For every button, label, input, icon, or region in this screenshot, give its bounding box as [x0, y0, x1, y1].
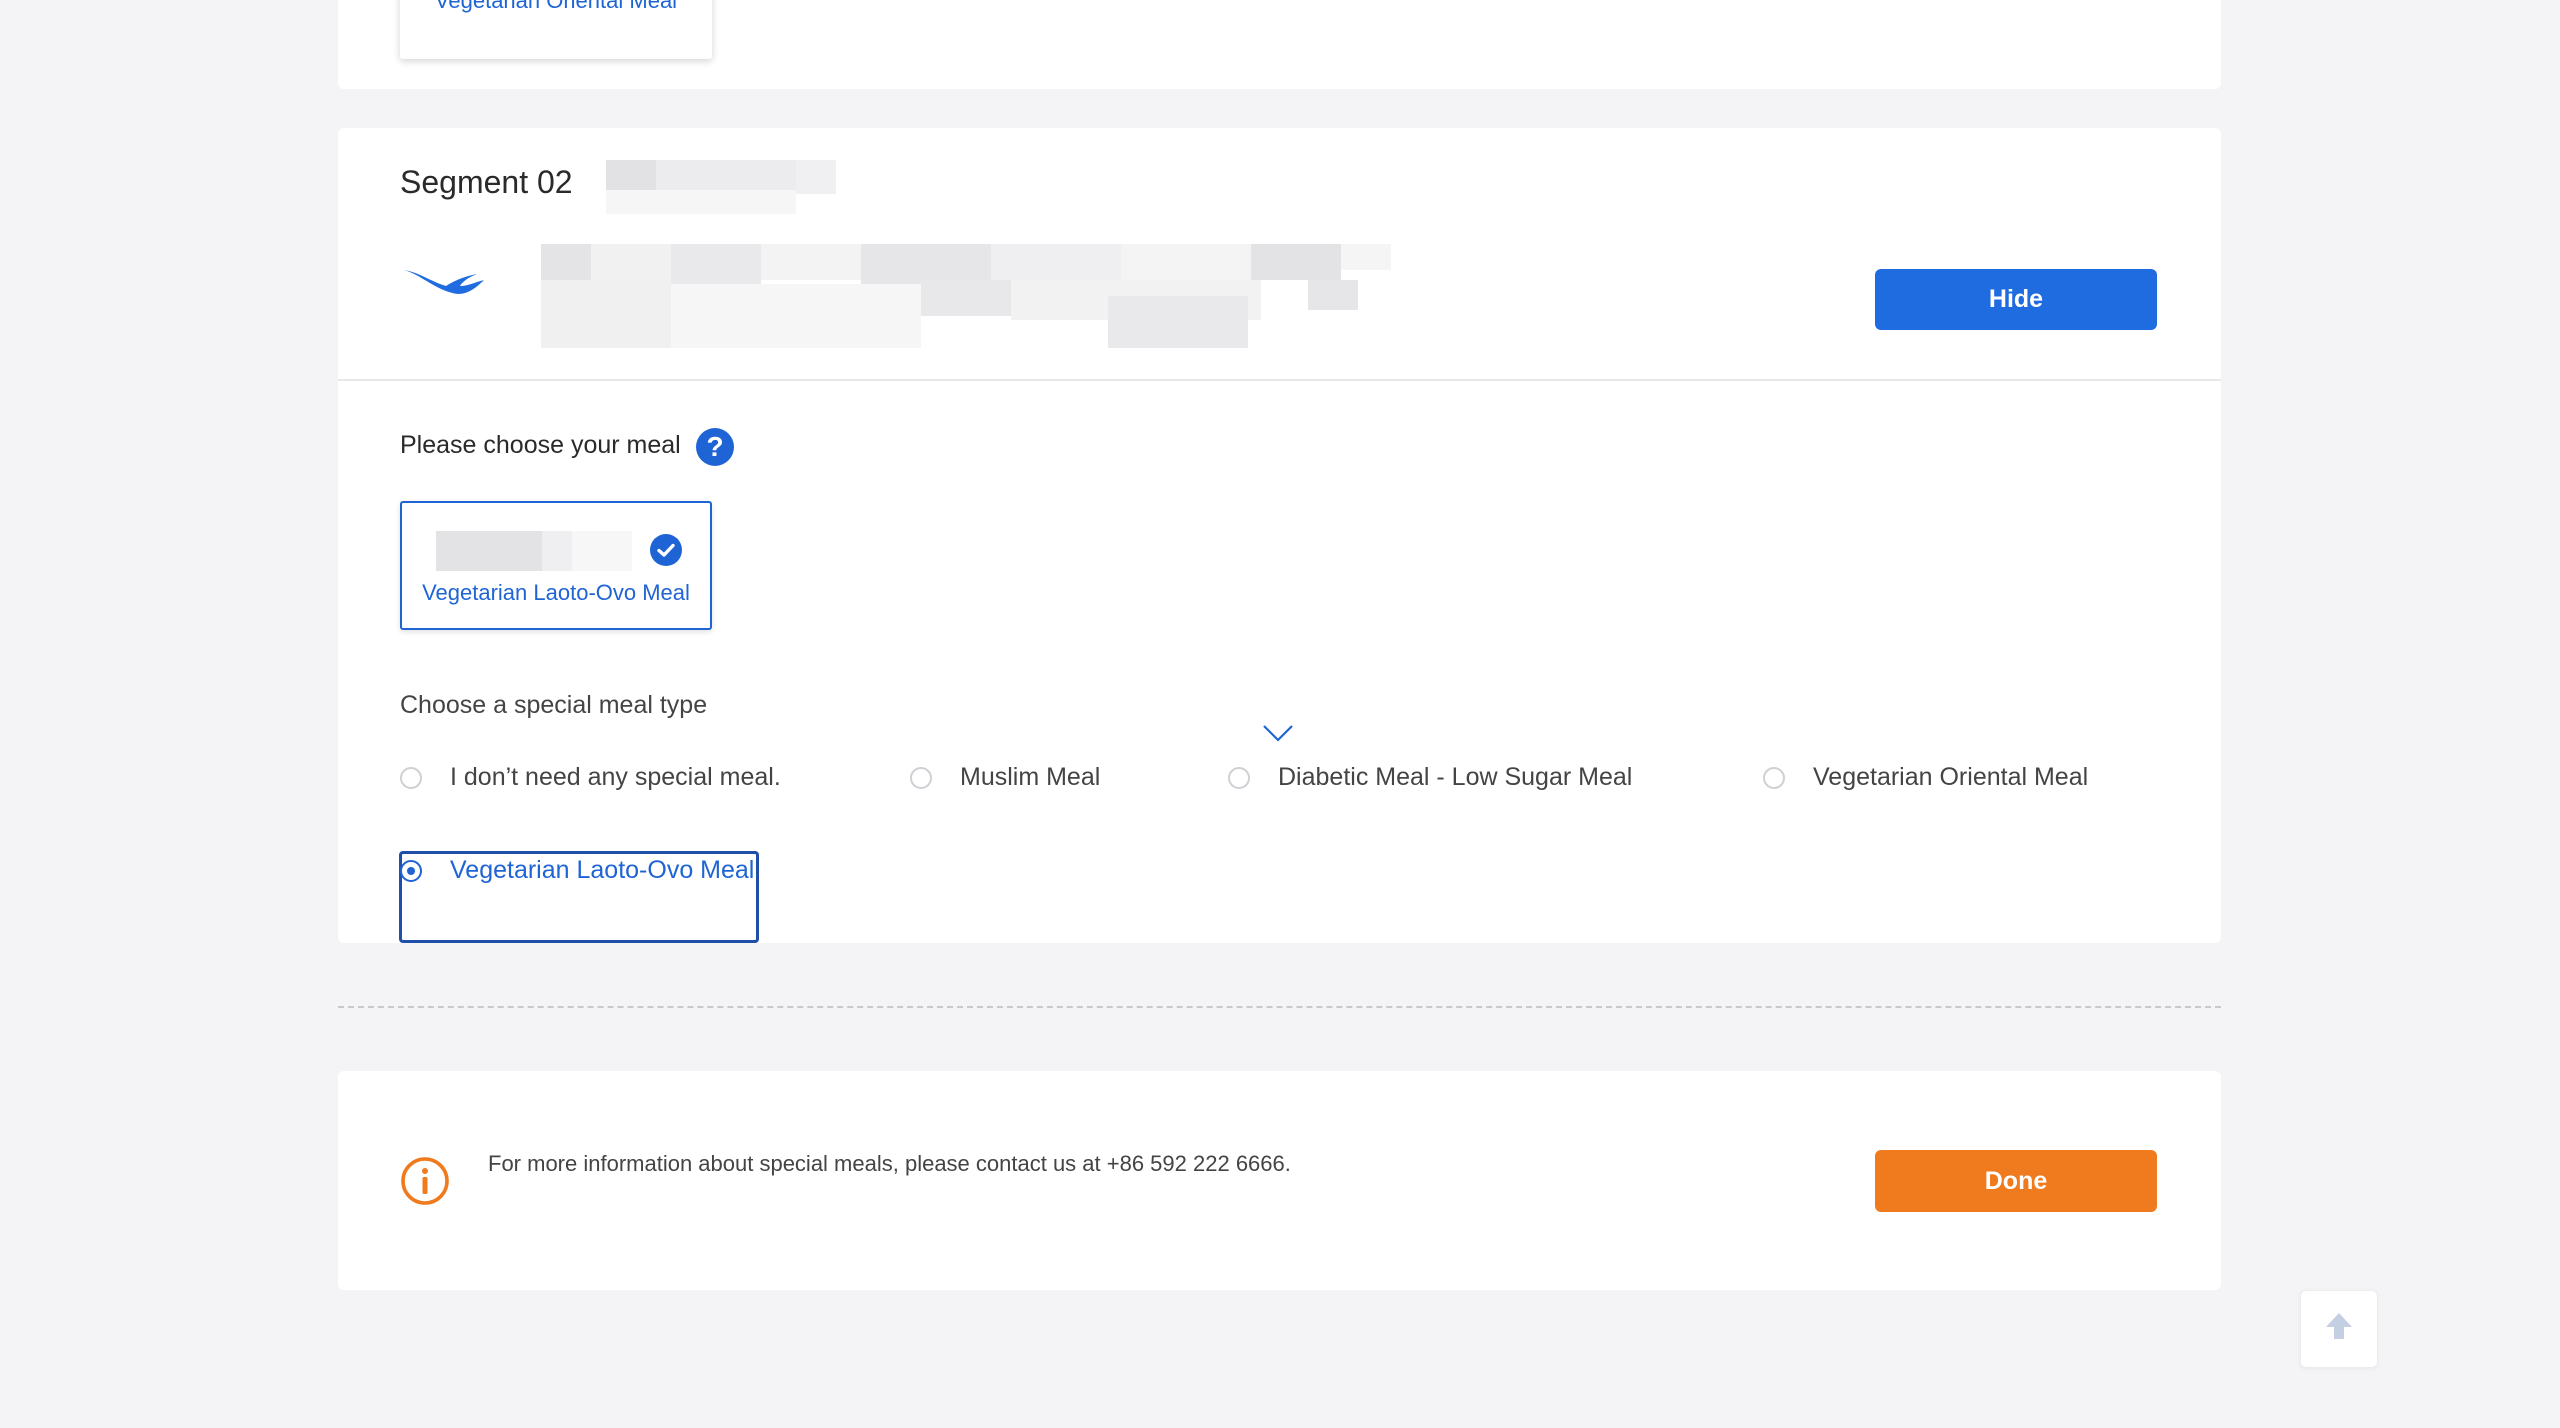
option-label: I don’t need any special meal. — [450, 763, 781, 791]
section-divider — [338, 379, 2221, 381]
back-to-top-button[interactable] — [2300, 1290, 2378, 1368]
footer-card: For more information about special meals… — [338, 1071, 2221, 1290]
question-icon[interactable]: ? — [696, 428, 734, 466]
option-label: Vegetarian Oriental Meal — [1813, 763, 2089, 791]
special-meal-option[interactable]: I don’t need any special meal. — [400, 763, 781, 792]
option-label: Muslim Meal — [960, 763, 1101, 791]
radio-button[interactable] — [1228, 766, 1250, 789]
dashed-separator — [338, 1006, 2221, 1008]
special-meal-prompt: Choose a special meal type — [400, 691, 708, 719]
segment-title: Segment 02 — [400, 164, 573, 200]
info-icon — [400, 1156, 450, 1211]
radio-button[interactable] — [1763, 766, 1785, 789]
special-meal-option-selected[interactable]: Vegetarian Laoto-Ovo Meal — [400, 856, 754, 885]
option-label: Diabetic Meal - Low Sugar Meal — [1278, 763, 1633, 791]
selected-meal-tile[interactable]: Vegetarian Oriental Meal — [400, 0, 712, 59]
check-circle-icon — [650, 534, 682, 566]
meal-prompt: Please choose your meal — [400, 431, 681, 459]
special-meal-info-text: For more information about special meals… — [488, 1151, 1291, 1176]
special-meal-option[interactable]: Diabetic Meal - Low Sugar Meal — [1228, 763, 1632, 792]
selected-meal-tile[interactable]: Vegetarian Laoto-Ovo Meal — [400, 501, 712, 630]
previous-segment-card: Vegetarian Oriental Meal — [338, 0, 2221, 89]
chevron-down-icon[interactable] — [1262, 724, 1294, 747]
meal-tile-label: Vegetarian Oriental Meal — [434, 0, 678, 13]
meal-tile-label: Vegetarian Laoto-Ovo Meal — [422, 580, 690, 605]
hide-button[interactable]: Hide — [1875, 269, 2157, 330]
special-meal-option[interactable]: Vegetarian Oriental Meal — [1763, 763, 2088, 792]
radio-button[interactable] — [400, 859, 422, 882]
option-label: Vegetarian Laoto-Ovo Meal — [450, 856, 755, 884]
radio-button[interactable] — [910, 766, 932, 789]
done-button[interactable]: Done — [1875, 1150, 2157, 1212]
special-meal-option[interactable]: Muslim Meal — [910, 763, 1100, 792]
airline-logo-icon — [402, 264, 486, 309]
segment-card: Segment 02 Hide Please choose your meal … — [338, 128, 2221, 943]
radio-button[interactable] — [400, 766, 422, 789]
